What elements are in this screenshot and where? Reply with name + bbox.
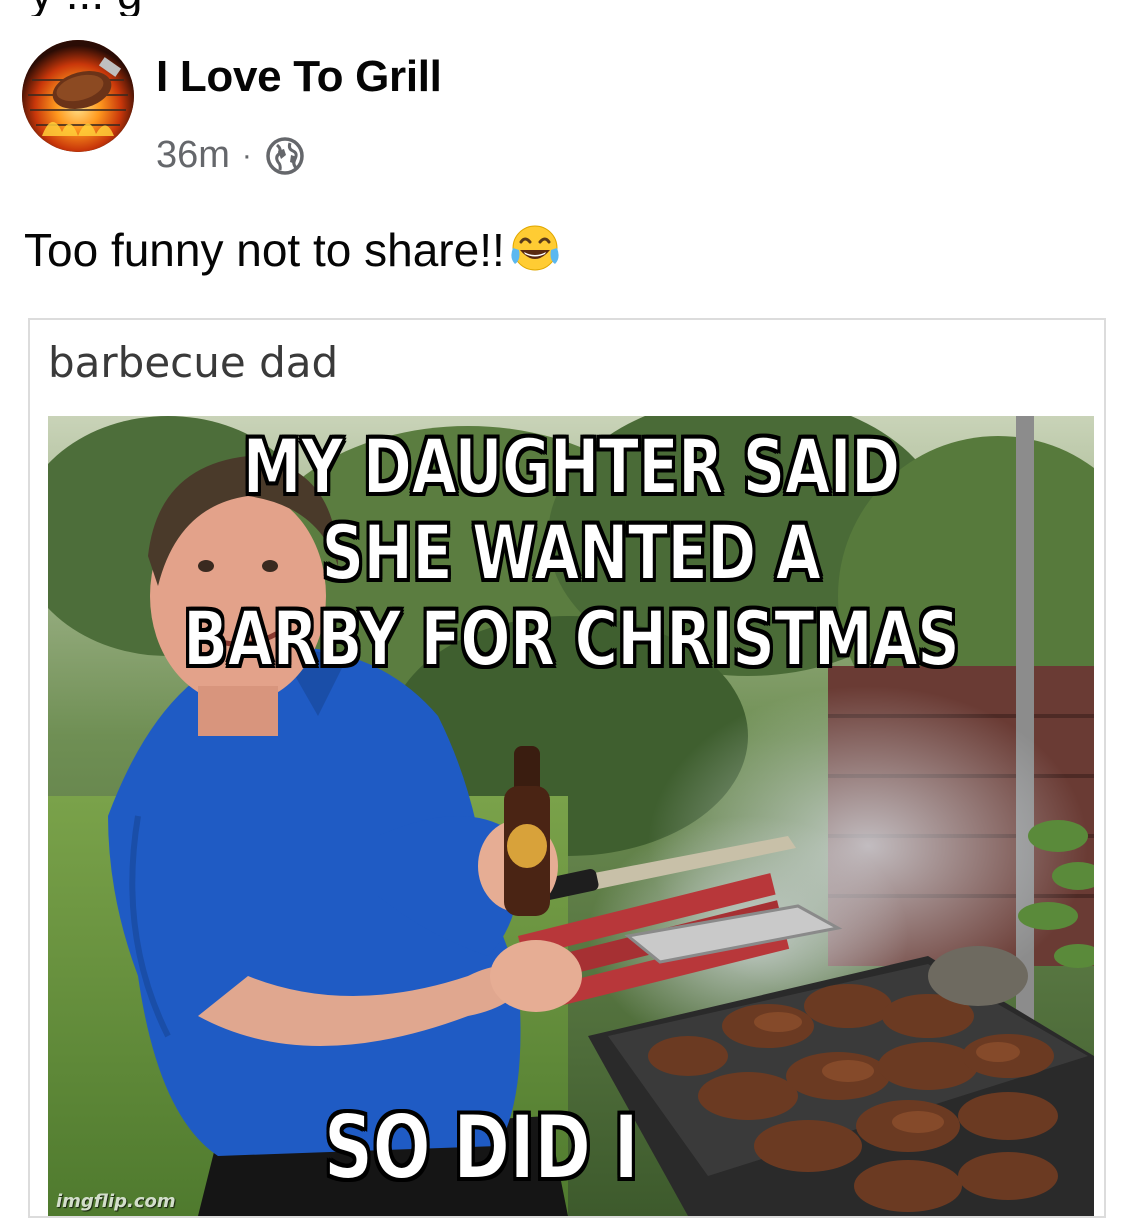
- post-timestamp[interactable]: 36m: [156, 134, 230, 177]
- meme-top-line-2: SHE WANTED A: [321, 508, 822, 597]
- meta-separator: ·: [241, 138, 252, 172]
- post-message-text: Too funny not to share!!: [24, 224, 505, 276]
- post-meta: 36m ·: [156, 134, 306, 177]
- shared-image-card[interactable]: barbecue dad MY DAUGHTER SAID SHE WANTED…: [28, 318, 1106, 1218]
- previous-content-cutoff: y ... g: [0, 0, 1127, 16]
- post-message: Too funny not to share!!: [24, 222, 563, 278]
- meme-top-line-1: MY DAUGHTER SAID: [242, 422, 901, 511]
- page-avatar[interactable]: [22, 40, 134, 152]
- meme-top-line-3: BARBY FOR CHRISTMAS: [182, 594, 960, 683]
- meme-image[interactable]: MY DAUGHTER SAID SHE WANTED A BARBY FOR …: [48, 416, 1094, 1216]
- imgflip-watermark: imgflip.com: [56, 1191, 176, 1212]
- page-name-link[interactable]: I Love To Grill: [156, 52, 442, 102]
- post-header: I Love To Grill 36m ·: [22, 40, 1102, 176]
- meme-bottom-text: SO DID I: [323, 1096, 640, 1199]
- grill-logo-icon: [22, 40, 134, 152]
- image-caption: barbecue dad: [48, 338, 339, 387]
- globe-icon[interactable]: [264, 135, 306, 177]
- laughing-tears-emoji-icon: [511, 225, 559, 271]
